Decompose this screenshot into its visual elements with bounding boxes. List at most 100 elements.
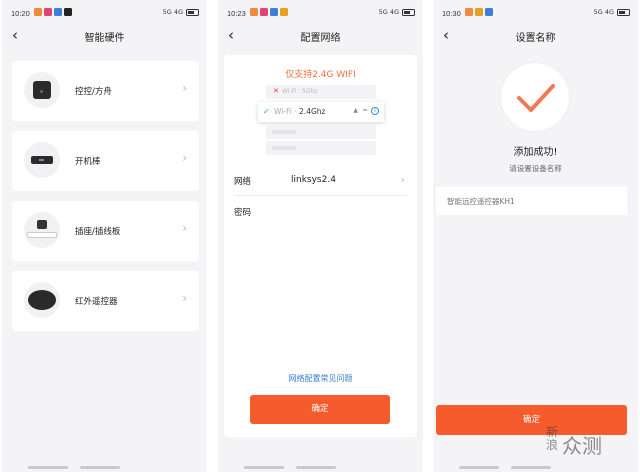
nav-bar: ‹ 配置网络	[218, 24, 423, 48]
device-label: 控控/方舟	[75, 87, 112, 97]
wifi-row-24g: ✓ Wi-Fi · 2.4Ghz ▲ ≈ i	[258, 102, 384, 122]
device-label: 红外遥控器	[75, 297, 118, 307]
divider	[234, 195, 407, 196]
power-stick-icon	[31, 156, 53, 164]
wifi-24g-band: 2.4Ghz	[299, 107, 326, 116]
watermark-logo: 新 浪 众测	[546, 426, 636, 462]
network-form-card: 仅支持2.4G WIFI ✕ Wi-Fi · 5Ghz ✓ Wi-Fi · 2.…	[224, 55, 417, 437]
screen-set-name: 10:30 5G 4G ‹ 设置名称 添加成功! 请设置设备名称 确定	[433, 0, 638, 472]
battery-icon	[617, 8, 630, 16]
status-time: 10:30	[442, 9, 461, 18]
network-label: 网络	[234, 177, 252, 187]
screen-smart-hardware: 10:20 5G 4G ‹ 智能硬件 控控/方舟 › 开机棒 › 插座/插线板 …	[2, 0, 207, 472]
device-item-ir-remote[interactable]: 红外遥控器 ›	[12, 271, 199, 331]
status-bar: 10:30 5G 4G	[433, 0, 638, 26]
chevron-right-icon: ›	[182, 151, 187, 165]
ir-remote-icon	[28, 290, 56, 310]
kongkong-device-icon	[33, 81, 51, 99]
app-notification-icon	[54, 8, 62, 16]
info-icon: i	[371, 107, 379, 115]
confirm-button[interactable]: 确定	[250, 395, 390, 424]
lock-icon: ▲	[353, 107, 358, 114]
system-status: 5G 4G	[594, 8, 630, 16]
nav-bar: ‹ 设置名称	[433, 24, 638, 48]
app-notification-icon	[280, 8, 288, 16]
app-notification-icon	[260, 8, 268, 16]
device-item-kongkong[interactable]: 控控/方舟 ›	[12, 61, 199, 121]
app-notification-icon	[44, 8, 52, 16]
wifi-24g-label: Wi-Fi · 2.4Ghz	[274, 107, 325, 116]
wifi-support-note: 仅支持2.4G WIFI	[285, 70, 356, 80]
app-notification-icon	[270, 8, 278, 16]
home-indicator	[459, 466, 499, 469]
password-field[interactable]: 密码	[234, 201, 407, 223]
system-status: 5G 4G	[379, 8, 415, 16]
placeholder-bar	[272, 130, 296, 134]
chevron-right-icon: ›	[182, 291, 187, 305]
x-icon: ✕	[273, 87, 279, 95]
app-notification-icon	[64, 8, 72, 16]
screen-configure-network: 10:23 5G 4G ‹ 配置网络 仅支持2.4G WIFI ✕ Wi-Fi …	[218, 0, 423, 472]
home-indicator	[80, 466, 120, 469]
status-bar: 10:23 5G 4G	[218, 0, 423, 26]
app-notification-icon	[475, 8, 483, 16]
home-indicator	[244, 466, 284, 469]
watermark-big-text: 众测	[562, 434, 602, 458]
status-time: 10:20	[11, 9, 30, 18]
chevron-right-icon: ›	[182, 221, 187, 235]
notification-icons	[34, 8, 72, 16]
wifi-illustration: ✕ Wi-Fi · 5Ghz ✓ Wi-Fi · 2.4Ghz ▲ ≈ i	[258, 85, 384, 157]
home-indicator	[511, 466, 551, 469]
check-icon: ✓	[263, 107, 270, 116]
device-thumb	[24, 212, 60, 248]
page-title: 设置名称	[515, 33, 556, 44]
app-notification-icon	[465, 8, 473, 16]
home-indicator	[296, 466, 336, 469]
device-thumb	[24, 72, 60, 108]
wifi-24g-prefix: Wi-Fi ·	[274, 107, 300, 116]
battery-icon	[186, 8, 199, 16]
device-item-power-stick[interactable]: 开机棒 ›	[12, 131, 199, 191]
notification-icons	[465, 8, 493, 16]
chevron-right-icon: ›	[400, 173, 405, 186]
signal-text: 5G 4G	[162, 8, 183, 16]
wifi-row-placeholder	[266, 125, 376, 139]
password-label: 密码	[234, 208, 252, 218]
device-label: 开机棒	[75, 157, 101, 167]
battery-icon	[402, 8, 415, 16]
system-status: 5G 4G	[163, 8, 199, 16]
success-check-icon	[500, 62, 570, 132]
home-indicator	[28, 466, 68, 469]
network-value: linksys2.4	[291, 175, 336, 185]
app-notification-icon	[250, 8, 258, 16]
wifi-icon: ≈	[362, 106, 368, 114]
app-notification-icon	[34, 8, 42, 16]
device-thumb	[24, 142, 60, 178]
wifi-row-5g: ✕ Wi-Fi · 5Ghz	[266, 85, 376, 99]
network-faq-link[interactable]: 网络配置常见问题	[224, 373, 417, 384]
device-label: 插座/插线板	[75, 227, 121, 237]
wifi-5g-label: Wi-Fi · 5Ghz	[282, 88, 318, 95]
watermark-small-text: 新 浪	[546, 425, 559, 452]
success-title: 添加成功!	[513, 147, 558, 158]
app-notification-icon	[485, 8, 493, 16]
nav-bar: ‹ 智能硬件	[2, 24, 207, 48]
network-field[interactable]: 网络 linksys2.4 ›	[234, 170, 407, 192]
status-time: 10:23	[227, 9, 246, 18]
socket-icon	[37, 220, 47, 229]
device-item-socket[interactable]: 插座/插线板 ›	[12, 201, 199, 261]
page-title: 智能硬件	[84, 33, 125, 44]
status-bar: 10:20 5G 4G	[2, 0, 207, 26]
page-title: 配置网络	[300, 33, 341, 44]
success-subtitle: 请设置设备名称	[509, 164, 562, 173]
device-name-input[interactable]	[436, 187, 627, 215]
signal-text: 5G 4G	[593, 8, 614, 16]
wifi-row-placeholder	[266, 141, 376, 155]
device-thumb	[24, 282, 60, 318]
notification-icons	[250, 8, 288, 16]
check-icon	[517, 84, 555, 112]
chevron-right-icon: ›	[182, 81, 187, 95]
placeholder-bar	[272, 146, 296, 150]
power-strip-icon	[27, 232, 57, 238]
signal-text: 5G 4G	[378, 8, 399, 16]
